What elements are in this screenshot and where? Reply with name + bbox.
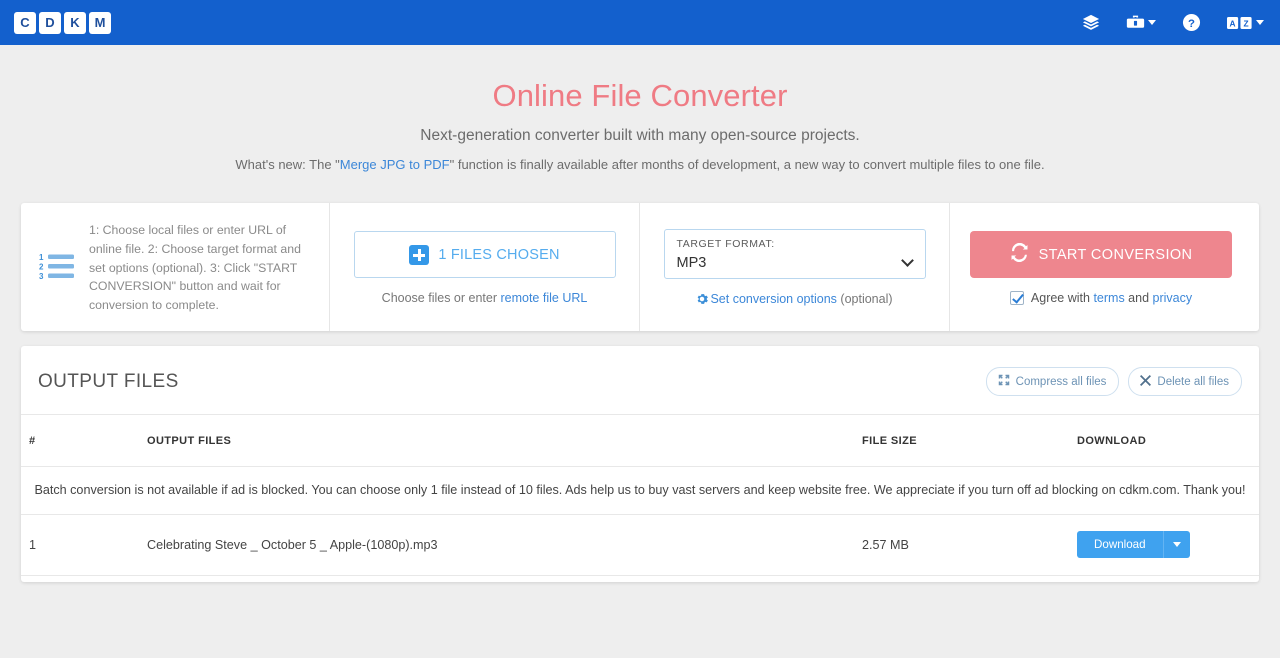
output-files-table: # OUTPUT FILES FILE SIZE DOWNLOAD Batch … xyxy=(21,415,1259,576)
logo-letter-d: D xyxy=(39,11,61,34)
svg-text:3: 3 xyxy=(39,272,44,280)
language-icon: A Z xyxy=(1227,15,1253,31)
output-files-actions: Compress all files Delete all files xyxy=(985,367,1242,396)
agree-mid: and xyxy=(1124,291,1153,305)
help-nav-item[interactable]: ? xyxy=(1182,13,1201,32)
agree-checkbox[interactable] xyxy=(1009,291,1024,305)
toolbox-icon xyxy=(1126,14,1145,32)
target-format-select[interactable]: TARGET FORMAT: MP3 xyxy=(663,228,926,279)
page-subtitle: Next-generation converter built with man… xyxy=(420,127,860,144)
svg-text:A: A xyxy=(1230,18,1236,28)
remote-file-url-link[interactable]: remote file URL xyxy=(500,291,587,305)
layers-nav-item[interactable] xyxy=(1082,14,1100,32)
help-circle-icon: ? xyxy=(1182,13,1201,32)
converter-card: 1 2 3 1: Choose local files or enter URL… xyxy=(21,203,1259,331)
start-conversion-column: START CONVERSION Agree with terms and pr… xyxy=(950,203,1259,331)
privacy-link[interactable]: privacy xyxy=(1153,291,1193,305)
logo-letter-c: C xyxy=(14,11,36,34)
target-format-label: TARGET FORMAT: xyxy=(676,237,775,250)
choose-files-note-prefix: Choose files or enter xyxy=(381,291,501,305)
output-files-header: OUTPUT FILES Compress all files Delete a… xyxy=(21,346,1259,415)
svg-text:1: 1 xyxy=(39,253,44,262)
download-split-button: Download xyxy=(1077,531,1251,558)
chevron-down-icon xyxy=(1172,542,1181,547)
numbered-list-icon: 1 2 3 xyxy=(39,252,75,285)
target-format-value: MP3 xyxy=(676,254,707,271)
table-row: 1 Celebrating Steve _ October 5 _ Apple-… xyxy=(21,514,1259,576)
logo-letter-m: M xyxy=(89,11,111,34)
svg-text:Z: Z xyxy=(1243,18,1248,28)
column-header-output-files: OUTPUT FILES xyxy=(139,415,854,467)
instructions-column: 1 2 3 1: Choose local files or enter URL… xyxy=(21,203,330,331)
set-conversion-options-link[interactable]: Set conversion options xyxy=(710,292,836,306)
choose-files-note: Choose files or enter remote file URL xyxy=(344,291,625,305)
chevron-down-icon xyxy=(1148,20,1156,25)
column-header-download: DOWNLOAD xyxy=(1069,415,1259,467)
ad-notice-row: Batch conversion is not available if ad … xyxy=(21,466,1259,515)
start-conversion-label: START CONVERSION xyxy=(1038,246,1193,263)
gear-icon xyxy=(696,293,709,308)
download-button[interactable]: Download xyxy=(1077,531,1163,558)
compress-icon xyxy=(998,374,1010,389)
output-files-title: OUTPUT FILES xyxy=(38,370,179,392)
download-options-toggle[interactable] xyxy=(1162,531,1190,558)
layers-icon xyxy=(1082,14,1100,32)
cdkm-logo[interactable]: C D K M xyxy=(14,11,111,34)
tools-nav-item[interactable] xyxy=(1126,14,1156,32)
choose-files-column: 1 FILES CHOSEN Choose files or enter rem… xyxy=(330,203,640,331)
navbar-icons: ? A Z xyxy=(1082,13,1264,32)
table-header-row: # OUTPUT FILES FILE SIZE DOWNLOAD xyxy=(21,415,1259,467)
agree-text: Agree with terms and privacy xyxy=(1031,291,1192,305)
conversion-options-optional: (optional) xyxy=(840,291,893,306)
table-head: # OUTPUT FILES FILE SIZE DOWNLOAD xyxy=(21,415,1259,467)
svg-text:2: 2 xyxy=(39,262,44,271)
whats-new-suffix: " function is finally available after mo… xyxy=(449,157,1045,172)
logo-letter-k: K xyxy=(64,11,86,34)
choose-files-button[interactable]: 1 FILES CHOSEN xyxy=(353,231,616,278)
row-file-size: 2.57 MB xyxy=(854,514,1069,576)
svg-text:?: ? xyxy=(1188,18,1195,30)
column-header-file-size: FILE SIZE xyxy=(854,415,1069,467)
merge-jpg-to-pdf-link[interactable]: Merge JPG to PDF xyxy=(340,157,450,172)
row-file-name: Celebrating Steve _ October 5 _ Apple-(1… xyxy=(139,514,854,576)
hero-section: Online File Converter Next-generation co… xyxy=(0,45,1280,172)
row-index: 1 xyxy=(21,514,139,576)
terms-link[interactable]: terms xyxy=(1093,291,1124,305)
ad-block-notice: Batch conversion is not available if ad … xyxy=(21,466,1259,515)
table-body: Batch conversion is not available if ad … xyxy=(21,466,1259,576)
agree-prefix: Agree with xyxy=(1030,291,1094,305)
row-download-cell: Download xyxy=(1069,514,1259,576)
target-format-column: TARGET FORMAT: MP3 Set conversion option… xyxy=(640,203,950,331)
start-conversion-button[interactable]: START CONVERSION xyxy=(970,231,1232,278)
chevron-down-icon xyxy=(1256,20,1264,25)
language-nav-item[interactable]: A Z xyxy=(1227,15,1264,31)
whats-new-prefix: What's new: The " xyxy=(235,157,340,172)
agree-terms-row: Agree with terms and privacy xyxy=(964,291,1238,305)
output-files-card: OUTPUT FILES Compress all files Delete a… xyxy=(21,346,1259,582)
compress-all-files-button[interactable]: Compress all files xyxy=(985,367,1120,396)
plus-square-icon xyxy=(409,244,430,265)
top-navbar: C D K M ? A Z xyxy=(0,0,1280,45)
page-title: Online File Converter xyxy=(492,78,788,113)
close-icon xyxy=(1140,374,1152,389)
delete-all-files-button[interactable]: Delete all files xyxy=(1128,367,1242,396)
delete-all-files-label: Delete all files xyxy=(1157,375,1229,388)
column-header-index: # xyxy=(21,415,139,467)
files-chosen-label: 1 FILES CHOSEN xyxy=(438,246,560,263)
whats-new-line: What's new: The "Merge JPG to PDF" funct… xyxy=(0,157,1280,172)
conversion-options-note: Set conversion options (optional) xyxy=(654,292,935,308)
sync-icon xyxy=(1010,242,1029,266)
compress-all-files-label: Compress all files xyxy=(1015,375,1107,388)
instructions-text: 1: Choose local files or enter URL of on… xyxy=(89,223,301,313)
